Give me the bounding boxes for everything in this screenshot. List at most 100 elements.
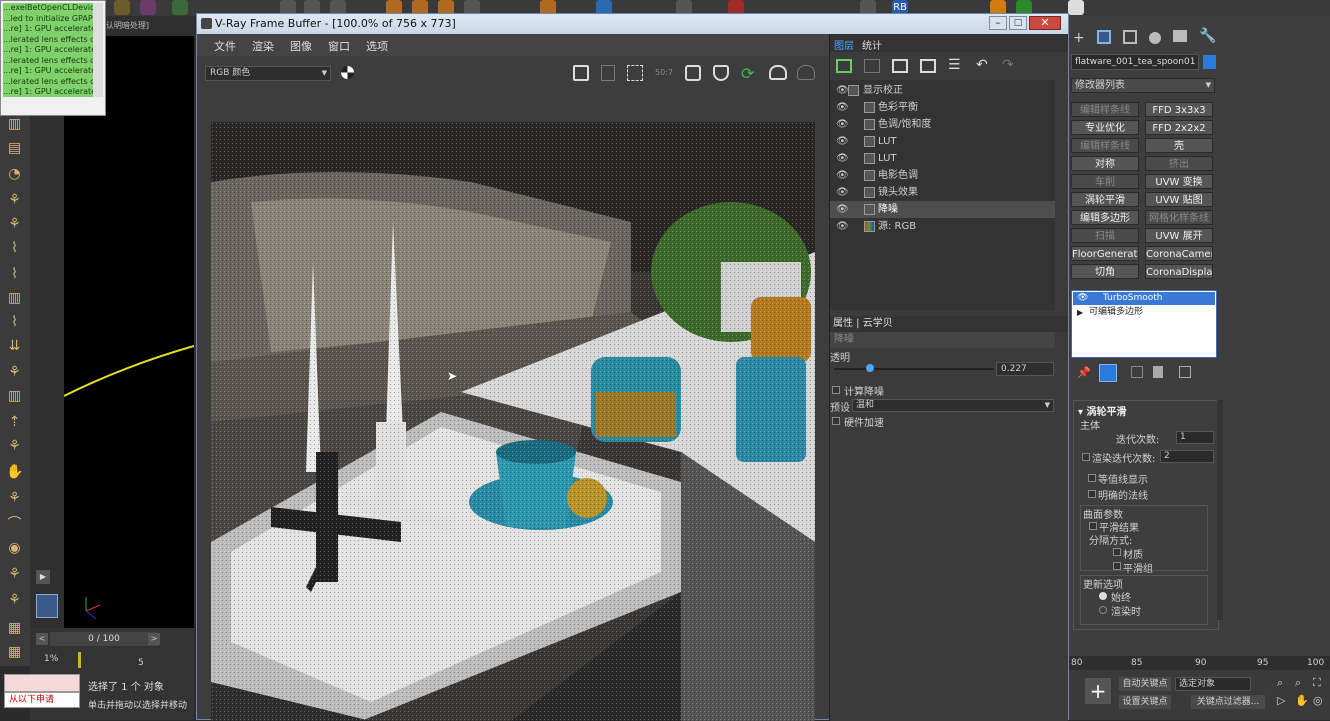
- zoom-all-icon[interactable]: ⌕: [1295, 676, 1301, 690]
- rollout-title[interactable]: ▾ 涡轮平滑: [1078, 403, 1127, 418]
- trackbar[interactable]: 80 85 90 95 100: [1069, 656, 1330, 670]
- fov-icon[interactable]: ▷: [1277, 694, 1285, 707]
- minimize-button[interactable]: –: [989, 16, 1007, 30]
- configure-sets-icon[interactable]: [1179, 366, 1191, 378]
- save-layers-icon[interactable]: [892, 59, 908, 73]
- set-key-button[interactable]: 设置关键点: [1119, 695, 1171, 709]
- tool-icon-1[interactable]: ▥: [6, 116, 23, 133]
- tool-icon-6[interactable]: ⌇: [6, 240, 23, 257]
- isoline-checkbox[interactable]: [1088, 474, 1096, 482]
- tool-icon-13[interactable]: ⇡: [6, 414, 23, 431]
- preset-select[interactable]: 温和 ▼: [852, 399, 1054, 412]
- eye-icon[interactable]: 👁: [836, 201, 849, 218]
- menu-file[interactable]: 文件: [214, 38, 236, 54]
- move-icon[interactable]: [172, 0, 188, 15]
- viewport-nav-button[interactable]: [36, 594, 58, 618]
- tool-icon-3[interactable]: ◔: [6, 166, 23, 183]
- eye-icon[interactable]: 👁: [836, 184, 849, 201]
- viewport-canvas[interactable]: [64, 36, 194, 628]
- tool-icon-9[interactable]: ⌇: [6, 314, 23, 331]
- layer-row[interactable]: 👁 源: RGB: [830, 218, 1055, 235]
- modifier-button[interactable]: 切角: [1071, 264, 1139, 279]
- layer-row[interactable]: 👁 色彩平衡: [830, 99, 1055, 116]
- smooth-result-checkbox[interactable]: [1089, 522, 1097, 530]
- modifier-button[interactable]: 编辑样条线: [1071, 138, 1139, 153]
- time-marker[interactable]: [78, 652, 81, 668]
- tab-stats[interactable]: 统计: [862, 37, 882, 52]
- auto-key-button[interactable]: 自动关键点: [1119, 677, 1171, 691]
- layer-row[interactable]: 👁 LUT: [830, 150, 1055, 167]
- modifier-button[interactable]: 对称: [1071, 156, 1139, 171]
- zoom-extents-icon[interactable]: ⛶: [1313, 676, 1321, 690]
- remove-modifier-icon[interactable]: [1153, 366, 1163, 378]
- add-key-icon[interactable]: +: [1085, 678, 1111, 704]
- spreadsheet-icon[interactable]: [1068, 0, 1084, 15]
- materials-checkbox[interactable]: [1113, 548, 1121, 556]
- modifier-stack[interactable]: 👁 TurboSmooth ▶ 可编辑多边形: [1071, 290, 1217, 358]
- modifier-button[interactable]: 扫描: [1071, 228, 1139, 243]
- layer-row[interactable]: 👁 LUT: [830, 133, 1055, 150]
- selected-object-select[interactable]: 选定对象: [1175, 677, 1251, 691]
- utilities-tab-icon[interactable]: 🔧: [1199, 28, 1216, 44]
- prev-frame-icon[interactable]: <: [36, 633, 48, 645]
- undo-icon[interactable]: ↶: [976, 57, 988, 73]
- tool-icon-19[interactable]: ⚘: [6, 566, 23, 583]
- menu-window[interactable]: 窗口: [328, 38, 350, 54]
- log-scrollbar[interactable]: [93, 3, 103, 97]
- snap-icon[interactable]: [114, 0, 130, 15]
- tool-icon-12[interactable]: ▥: [6, 388, 23, 405]
- modifier-button[interactable]: 车削: [1071, 174, 1139, 189]
- always-radio[interactable]: [1099, 592, 1107, 600]
- tool-icon-10[interactable]: ⇊: [6, 338, 23, 355]
- orbit-icon[interactable]: ◎: [1313, 694, 1323, 707]
- explicit-normals-checkbox[interactable]: [1088, 490, 1096, 498]
- color-mode-icon[interactable]: [341, 66, 354, 79]
- compute-denoise-checkbox[interactable]: [832, 386, 840, 394]
- layer-list-icon[interactable]: ☰: [948, 57, 961, 73]
- panel-scrollbar[interactable]: [1217, 400, 1223, 620]
- zoom-icon[interactable]: ⌕: [1277, 676, 1283, 690]
- next-frame-icon[interactable]: >: [148, 633, 160, 645]
- tool-icon-11[interactable]: ⚘: [6, 364, 23, 381]
- tool-icon-17[interactable]: ⌒: [6, 516, 23, 533]
- stack-item[interactable]: ▶ 可编辑多边形: [1073, 306, 1215, 319]
- modifier-button[interactable]: 涡轮平滑: [1071, 192, 1139, 207]
- material-icon[interactable]: [140, 0, 156, 15]
- frame-slider[interactable]: 0 / 100: [50, 632, 158, 646]
- show-end-result-icon[interactable]: [1099, 364, 1117, 382]
- stack-item-selected[interactable]: 👁 TurboSmooth: [1073, 292, 1215, 305]
- modifier-button[interactable]: CoronaDisplacement: [1145, 264, 1213, 279]
- eye-icon[interactable]: 👁: [836, 99, 849, 116]
- tool-icon-20[interactable]: ⚘: [6, 592, 23, 609]
- clear-icon[interactable]: [601, 65, 615, 81]
- eye-icon[interactable]: 👁: [836, 218, 849, 235]
- redo-icon[interactable]: ↷: [1002, 57, 1014, 73]
- expand-icon[interactable]: ▶: [1077, 306, 1083, 319]
- render-image[interactable]: [211, 122, 815, 721]
- layer-row[interactable]: 👁 色调/饱和度: [830, 116, 1055, 133]
- display-tab-icon[interactable]: [1173, 30, 1187, 42]
- opacity-slider-thumb[interactable]: [866, 364, 875, 372]
- when-rendering-radio[interactable]: [1099, 606, 1107, 614]
- smoothing-groups-checkbox[interactable]: [1113, 562, 1121, 570]
- tool-icon-21[interactable]: ▦: [6, 620, 23, 637]
- opacity-slider[interactable]: [834, 364, 994, 372]
- layer-row[interactable]: 👁 镜头效果: [830, 184, 1055, 201]
- eye-icon[interactable]: 👁: [836, 82, 849, 99]
- tool-icon-7[interactable]: ⌇: [6, 266, 23, 283]
- close-button[interactable]: ✕: [1029, 16, 1061, 30]
- eye-icon[interactable]: 👁: [836, 167, 849, 184]
- tool-icon-14[interactable]: ⚘: [6, 438, 23, 455]
- maximize-button[interactable]: □: [1009, 16, 1027, 30]
- channel-select[interactable]: RGB 颜色 ▼: [205, 66, 331, 81]
- object-name-field[interactable]: flatware_001_tea_spoon01: [1071, 54, 1199, 70]
- modifier-button[interactable]: 编辑样条线: [1071, 102, 1139, 117]
- modifier-button[interactable]: 编辑多边形: [1071, 210, 1139, 225]
- refresh-icon[interactable]: ⟳: [741, 64, 754, 83]
- tool-icon-22[interactable]: ▦: [6, 644, 23, 661]
- modifier-button[interactable]: UVW 变换: [1145, 174, 1213, 189]
- motion-tab-icon[interactable]: [1149, 32, 1161, 44]
- expand-arrow-icon[interactable]: ▶: [36, 570, 50, 584]
- layer-row[interactable]: 👁 显示校正: [830, 82, 1055, 99]
- layer-name-field[interactable]: 降噪: [830, 332, 1055, 348]
